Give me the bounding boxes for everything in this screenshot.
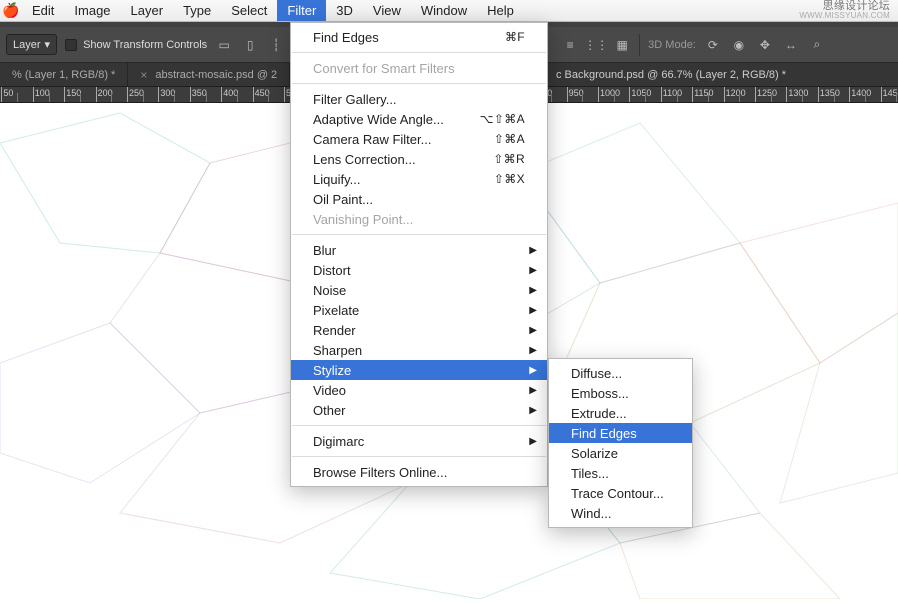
menu-item[interactable]: Filter Gallery... — [291, 89, 547, 109]
menu-item[interactable]: Oil Paint... — [291, 189, 547, 209]
menu-item[interactable]: Liquify...⇧⌘X — [291, 169, 547, 189]
menu-layer[interactable]: Layer — [121, 0, 174, 21]
submenu-arrow-icon: ▶ — [529, 285, 537, 296]
distribute-icon[interactable]: ⋮⋮ — [587, 36, 605, 54]
align-icon-2[interactable]: ▯ — [241, 36, 259, 54]
submenu-item[interactable]: Tiles... — [549, 463, 692, 483]
submenu-arrow-icon: ▶ — [529, 385, 537, 396]
watermark: 思缘设计论坛 WWW.MISSYUAN.COM — [799, 1, 898, 21]
document-tab[interactable]: c Background.psd @ 66.7% (Layer 2, RGB/8… — [556, 63, 786, 86]
menu-window[interactable]: Window — [411, 0, 477, 21]
close-icon[interactable]: × — [140, 68, 147, 82]
submenu-arrow-icon: ▶ — [529, 325, 537, 336]
submenu-arrow-icon: ▶ — [529, 436, 537, 447]
menu-item-last-filter[interactable]: Find Edges⌘F — [291, 27, 547, 47]
menu-item: Vanishing Point... — [291, 209, 547, 229]
menu-item-pixelate[interactable]: Pixelate▶ — [291, 300, 547, 320]
align-icon-3[interactable]: ┆ — [267, 36, 285, 54]
3d-orbit-icon[interactable]: ⟳ — [704, 36, 722, 54]
3d-roll-icon[interactable]: ◉ — [730, 36, 748, 54]
3d-slide-icon[interactable]: ↔ — [782, 36, 800, 54]
menubar: 🍎 EditImageLayerTypeSelectFilter3DViewWi… — [0, 0, 898, 22]
submenu-item[interactable]: Solarize — [549, 443, 692, 463]
apple-menu[interactable]: 🍎 — [0, 2, 22, 19]
submenu-item[interactable]: Trace Contour... — [549, 483, 692, 503]
menu-view[interactable]: View — [363, 0, 411, 21]
submenu-item[interactable]: Wind... — [549, 503, 692, 523]
3d-pan-icon[interactable]: ✥ — [756, 36, 774, 54]
submenu-item[interactable]: Extrude... — [549, 403, 692, 423]
menu-item[interactable]: Camera Raw Filter...⇧⌘A — [291, 129, 547, 149]
menu-item-sharpen[interactable]: Sharpen▶ — [291, 340, 547, 360]
align-icon-4[interactable]: ≡ — [561, 36, 579, 54]
menu-item[interactable]: Lens Correction...⇧⌘R — [291, 149, 547, 169]
filter-menu: Find Edges⌘F Convert for Smart Filters F… — [290, 22, 548, 487]
chevron-down-icon: ▾ — [45, 38, 51, 51]
submenu-item[interactable]: Emboss... — [549, 383, 692, 403]
menu-type[interactable]: Type — [173, 0, 221, 21]
menu-item-render[interactable]: Render▶ — [291, 320, 547, 340]
align-icon-1[interactable]: ▭ — [215, 36, 233, 54]
menu-item-digimarc[interactable]: Digimarc▶ — [291, 431, 547, 451]
menu-item-stylize[interactable]: Stylize▶ — [291, 360, 547, 380]
submenu-arrow-icon: ▶ — [529, 265, 537, 276]
document-tab[interactable]: % (Layer 1, RGB/8) * — [0, 63, 128, 86]
submenu-arrow-icon: ▶ — [529, 405, 537, 416]
menu-item-browse-filters[interactable]: Browse Filters Online... — [291, 462, 547, 482]
arrange-icon[interactable]: ▦ — [613, 36, 631, 54]
checkbox-icon — [65, 39, 77, 51]
3d-zoom-icon[interactable]: ⌕ — [808, 36, 826, 54]
autoselect-layer-dropdown[interactable]: Layer▾ — [6, 34, 57, 55]
menu-3d[interactable]: 3D — [326, 0, 363, 21]
submenu-item[interactable]: Find Edges — [549, 423, 692, 443]
menu-item[interactable]: Adaptive Wide Angle...⌥⇧⌘A — [291, 109, 547, 129]
submenu-item[interactable]: Diffuse... — [549, 363, 692, 383]
document-tab[interactable]: ×abstract-mosaic.psd @ 2 — [128, 63, 290, 86]
menu-select[interactable]: Select — [221, 0, 277, 21]
submenu-arrow-icon: ▶ — [529, 365, 537, 376]
menu-item-distort[interactable]: Distort▶ — [291, 260, 547, 280]
menu-filter[interactable]: Filter — [277, 0, 326, 21]
show-transform-controls[interactable]: Show Transform Controls — [65, 39, 207, 51]
menu-help[interactable]: Help — [477, 0, 524, 21]
menu-edit[interactable]: Edit — [22, 0, 64, 21]
menu-item-other[interactable]: Other▶ — [291, 400, 547, 420]
menu-item-video[interactable]: Video▶ — [291, 380, 547, 400]
menu-item-blur[interactable]: Blur▶ — [291, 240, 547, 260]
stylize-submenu: Diffuse...Emboss...Extrude...Find EdgesS… — [548, 358, 693, 528]
submenu-arrow-icon: ▶ — [529, 345, 537, 356]
menu-item-convert-smart: Convert for Smart Filters — [291, 58, 547, 78]
submenu-arrow-icon: ▶ — [529, 245, 537, 256]
menu-image[interactable]: Image — [64, 0, 120, 21]
menu-item-noise[interactable]: Noise▶ — [291, 280, 547, 300]
3d-mode-label: 3D Mode: — [648, 39, 696, 51]
submenu-arrow-icon: ▶ — [529, 305, 537, 316]
